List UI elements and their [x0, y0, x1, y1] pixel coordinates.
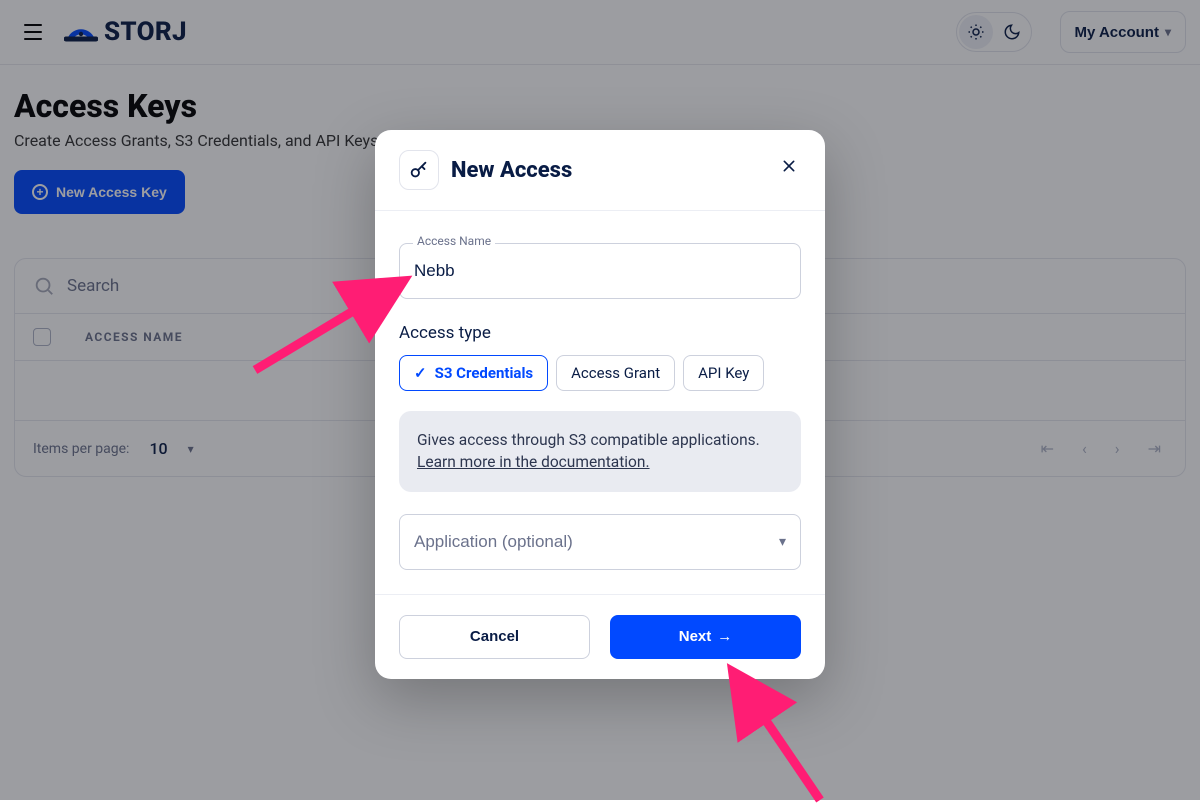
modal-header: New Access [375, 130, 825, 211]
key-icon [399, 150, 439, 190]
chip-s3-credentials[interactable]: ✓ S3 Credentials [399, 355, 548, 391]
chip-api-key[interactable]: API Key [683, 355, 764, 391]
chip-access-grant[interactable]: Access Grant [556, 355, 675, 391]
access-type-label: Access type [399, 323, 801, 343]
cancel-button[interactable]: Cancel [399, 615, 590, 659]
close-icon [781, 158, 797, 174]
next-button[interactable]: Next → [610, 615, 801, 659]
info-text: Gives access through S3 compatible appli… [417, 431, 760, 449]
check-icon: ✓ [414, 364, 427, 382]
arrow-right-icon: → [717, 628, 732, 645]
info-doc-link[interactable]: Learn more in the documentation. [417, 453, 650, 471]
access-name-input[interactable] [399, 243, 801, 299]
modal-title: New Access [451, 158, 765, 183]
new-access-modal: New Access Access Name Access type ✓ S3 … [375, 130, 825, 679]
application-select[interactable]: Application (optional) ▾ [399, 514, 801, 570]
application-select-wrap: Application (optional) ▾ [399, 514, 801, 570]
application-select-placeholder: Application (optional) [414, 532, 573, 552]
modal-body: Access Name Access type ✓ S3 Credentials… [375, 211, 825, 594]
access-name-field: Access Name [399, 243, 801, 299]
chevron-down-icon: ▾ [779, 533, 786, 550]
access-name-label: Access Name [413, 234, 495, 248]
close-button[interactable] [777, 158, 801, 182]
access-type-group: ✓ S3 Credentials Access Grant API Key [399, 355, 801, 391]
access-type-info: Gives access through S3 compatible appli… [399, 411, 801, 492]
modal-footer: Cancel Next → [375, 594, 825, 679]
